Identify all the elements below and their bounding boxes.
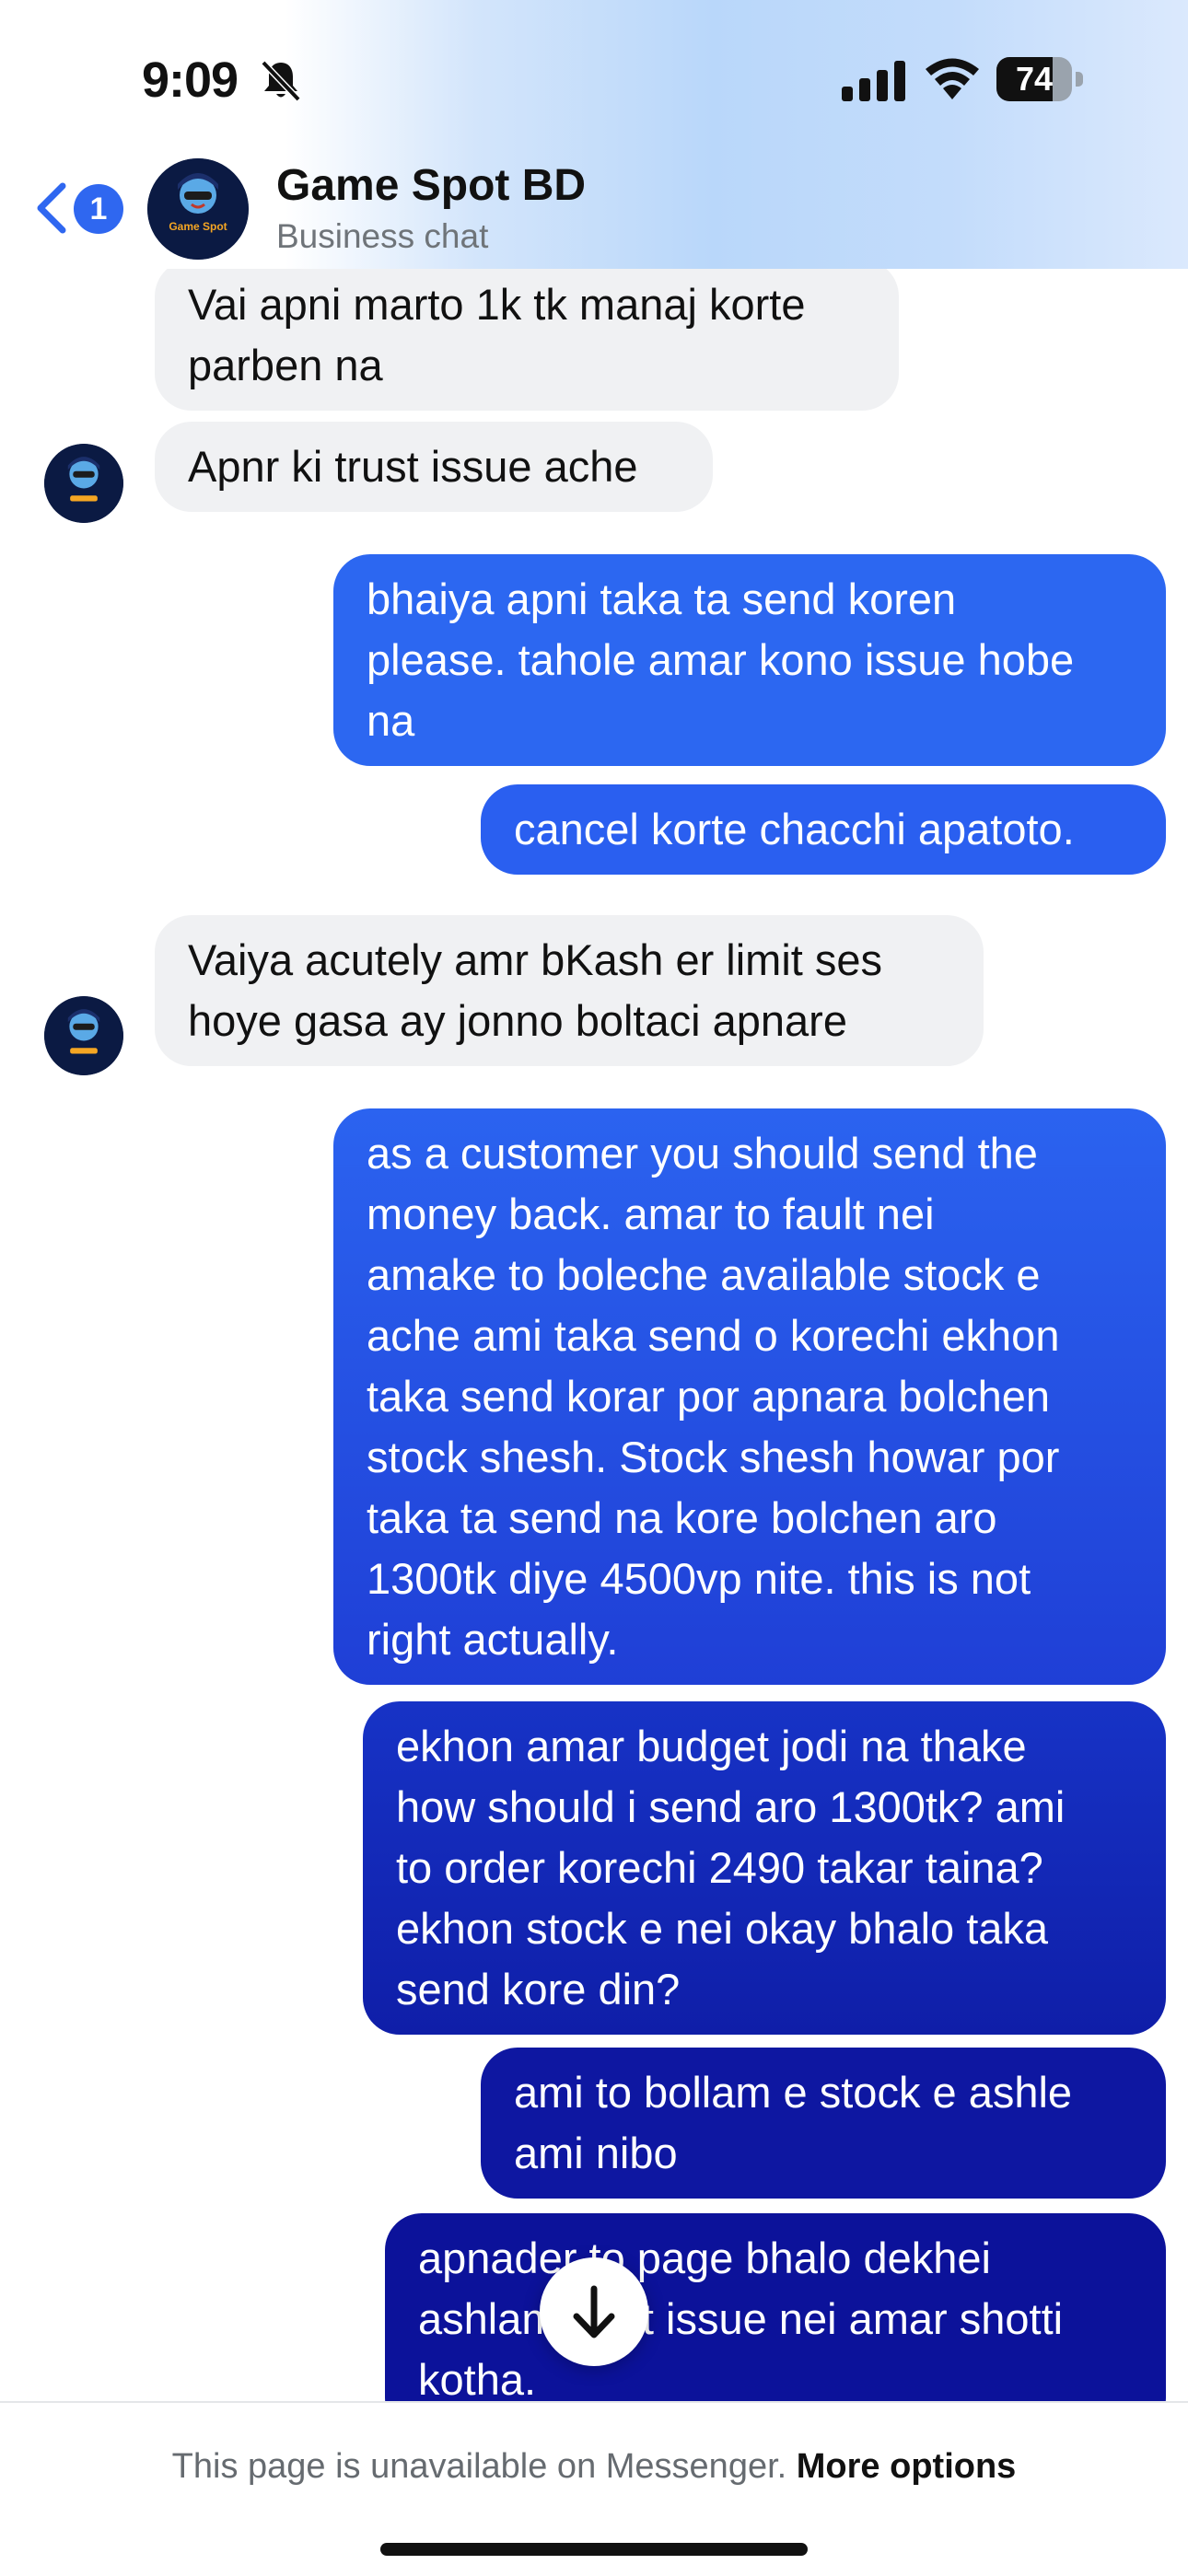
game-spot-logo-icon: Game Spot bbox=[147, 158, 249, 260]
logo-text: Game Spot bbox=[169, 220, 227, 233]
bell-slash-icon bbox=[261, 60, 301, 102]
game-spot-logo-icon bbox=[44, 996, 123, 1075]
home-indicator[interactable] bbox=[380, 2543, 808, 2556]
more-options-link[interactable]: More options bbox=[797, 2447, 1017, 2486]
message-outgoing[interactable]: apnader to page bhalo dekhei ashlam trus… bbox=[385, 2213, 1166, 2401]
message-outgoing[interactable]: ekhon amar budget jodi na thake how shou… bbox=[363, 1701, 1166, 2035]
sender-avatar[interactable] bbox=[44, 444, 123, 523]
message-incoming[interactable]: Apnr ki trust issue ache bbox=[155, 422, 713, 512]
sender-avatar[interactable] bbox=[44, 996, 123, 1075]
unavailable-notice: This page is unavailable on Messenger. bbox=[171, 2447, 787, 2486]
unread-count-badge: 1 bbox=[74, 184, 123, 234]
message-outgoing[interactable]: bhaiya apni taka ta send koren please. t… bbox=[333, 554, 1166, 766]
message-outgoing[interactable]: cancel korte chacchi apatoto. bbox=[481, 784, 1166, 875]
cellular-signal-icon bbox=[842, 61, 905, 101]
chat-header: 9:09 74 1 Game Spot Game Spot BD Busines… bbox=[0, 0, 1188, 269]
battery-icon: 74 bbox=[996, 57, 1083, 101]
message-incoming[interactable]: Vaiya acutely amr bKash er limit ses hoy… bbox=[155, 915, 984, 1066]
contact-subtitle: Business chat bbox=[276, 217, 489, 255]
back-button[interactable]: 1 bbox=[33, 177, 125, 241]
message-outgoing[interactable]: as a customer you should send the money … bbox=[333, 1108, 1166, 1685]
status-time: 9:09 bbox=[142, 52, 239, 108]
battery-level: 74 bbox=[1015, 60, 1054, 98]
scroll-to-bottom-button[interactable] bbox=[540, 2257, 648, 2366]
back-chevron-icon bbox=[37, 182, 66, 234]
message-outgoing[interactable]: ami to bollam e stock e ashle ami nibo bbox=[481, 2048, 1166, 2199]
game-spot-logo-icon bbox=[44, 444, 123, 523]
wifi-icon bbox=[926, 58, 979, 99]
message-incoming[interactable]: Vai apni marto 1k tk manaj korte parben … bbox=[155, 269, 899, 411]
contact-name[interactable]: Game Spot BD bbox=[276, 160, 586, 211]
composer-unavailable-bar: This page is unavailable on Messenger. M… bbox=[0, 2401, 1188, 2576]
arrow-down-icon bbox=[573, 2285, 615, 2338]
message-list[interactable]: Vai apni marto 1k tk manaj korte parben … bbox=[0, 269, 1188, 2401]
contact-avatar[interactable]: Game Spot bbox=[147, 158, 249, 260]
